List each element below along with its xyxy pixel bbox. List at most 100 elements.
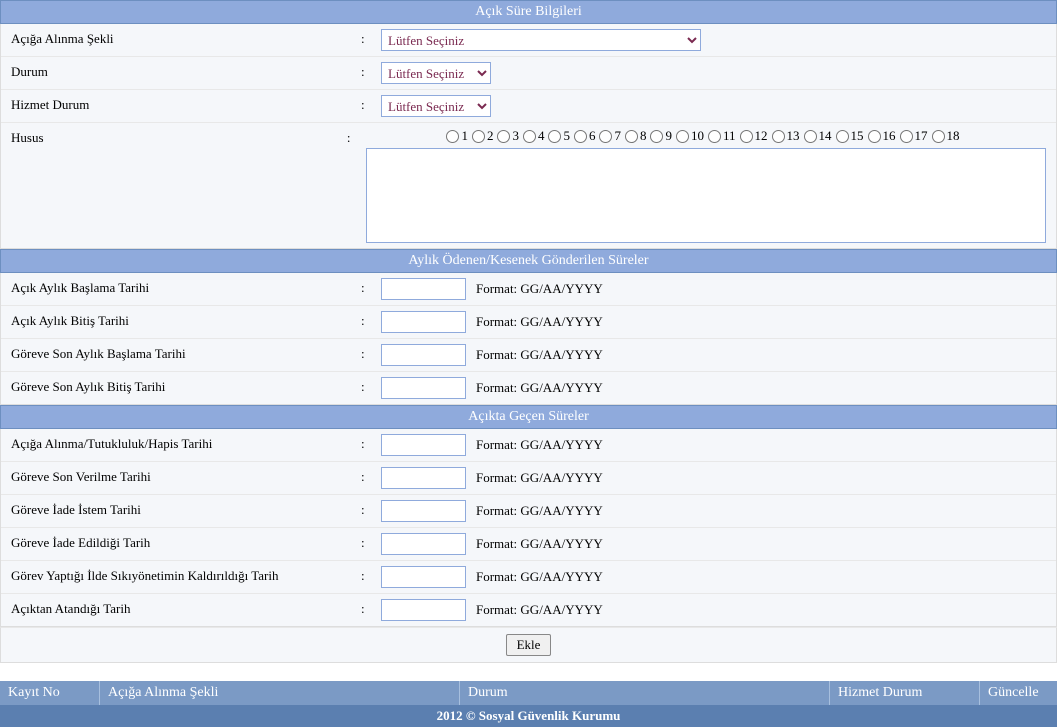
husus-radio-item-8[interactable]: 8 (625, 128, 647, 144)
label-acik-aylik-bitis: Açık Aylık Bitiş Tarihi (1, 311, 361, 331)
husus-radio-label: 1 (461, 128, 468, 144)
husus-radio-item-7[interactable]: 7 (599, 128, 621, 144)
husus-radio-label: 11 (723, 128, 736, 144)
section-header-sure-bilgileri: Açık Süre Bilgileri (0, 0, 1057, 24)
table-header-durum: Durum (460, 681, 830, 705)
husus-textarea[interactable] (366, 148, 1046, 243)
husus-radio-3[interactable] (497, 130, 510, 143)
label-husus: Husus (1, 128, 347, 148)
husus-radio-9[interactable] (650, 130, 663, 143)
husus-radio-label: 16 (883, 128, 896, 144)
label-durum: Durum (1, 62, 361, 82)
label-aciktan-atandigi: Açıktan Atandığı Tarih (1, 599, 361, 619)
husus-radio-12[interactable] (740, 130, 753, 143)
husus-radio-item-14[interactable]: 14 (804, 128, 832, 144)
husus-radio-13[interactable] (772, 130, 785, 143)
husus-radio-item-9[interactable]: 9 (650, 128, 672, 144)
husus-radio-label: 9 (665, 128, 672, 144)
husus-radio-item-10[interactable]: 10 (676, 128, 704, 144)
input-goreve-son-verilme[interactable] (381, 467, 466, 489)
format-hint: Format: GG/AA/YYYY (476, 347, 603, 363)
husus-radio-label: 12 (755, 128, 768, 144)
label-goreve-son-verilme: Göreve Son Verilme Tarihi (1, 467, 361, 487)
husus-radio-item-3[interactable]: 3 (497, 128, 519, 144)
table-header-kayit-no: Kayıt No (0, 681, 100, 705)
husus-radio-item-15[interactable]: 15 (836, 128, 864, 144)
format-hint: Format: GG/AA/YYYY (476, 569, 603, 585)
input-goreve-iade-istem[interactable] (381, 500, 466, 522)
husus-radio-item-17[interactable]: 17 (900, 128, 928, 144)
input-aciktan-atandigi[interactable] (381, 599, 466, 621)
husus-radio-15[interactable] (836, 130, 849, 143)
format-hint: Format: GG/AA/YYYY (476, 437, 603, 453)
label-hizmet-durum: Hizmet Durum (1, 95, 361, 115)
label-aciga-alinma-sekli: Açığa Alınma Şekli (1, 29, 361, 49)
husus-radio-label: 3 (512, 128, 519, 144)
husus-radio-4[interactable] (523, 130, 536, 143)
husus-radio-label: 17 (915, 128, 928, 144)
select-durum[interactable]: Lütfen Seçiniz (381, 62, 491, 84)
husus-radio-7[interactable] (599, 130, 612, 143)
input-sikiyonetim[interactable] (381, 566, 466, 588)
husus-radio-14[interactable] (804, 130, 817, 143)
husus-radio-label: 5 (563, 128, 570, 144)
format-hint: Format: GG/AA/YYYY (476, 281, 603, 297)
label-acik-aylik-baslama: Açık Aylık Başlama Tarihi (1, 278, 361, 298)
select-aciga-alinma-sekli[interactable]: Lütfen Seçiniz (381, 29, 701, 51)
husus-radio-item-13[interactable]: 13 (772, 128, 800, 144)
select-hizmet-durum[interactable]: Lütfen Seçiniz (381, 95, 491, 117)
format-hint: Format: GG/AA/YYYY (476, 602, 603, 618)
format-hint: Format: GG/AA/YYYY (476, 503, 603, 519)
format-hint: Format: GG/AA/YYYY (476, 536, 603, 552)
label-goreve-son-aylik-bitis: Göreve Son Aylık Bitiş Tarihi (1, 377, 361, 397)
husus-radio-label: 7 (614, 128, 621, 144)
husus-radio-8[interactable] (625, 130, 638, 143)
husus-radio-label: 13 (787, 128, 800, 144)
input-goreve-son-aylik-baslama[interactable] (381, 344, 466, 366)
format-hint: Format: GG/AA/YYYY (476, 380, 603, 396)
husus-radio-group: 123456789101112131415161718 (446, 128, 965, 144)
input-acik-aylik-bitis[interactable] (381, 311, 466, 333)
label-sikiyonetim: Görev Yaptığı İlde Sıkıyönetimin Kaldırı… (1, 566, 361, 586)
ekle-button[interactable]: Ekle (506, 634, 552, 656)
husus-radio-item-2[interactable]: 2 (472, 128, 494, 144)
label-goreve-iade-istem: Göreve İade İstem Tarihi (1, 500, 361, 520)
label-goreve-son-aylik-baslama: Göreve Son Aylık Başlama Tarihi (1, 344, 361, 364)
husus-radio-6[interactable] (574, 130, 587, 143)
husus-radio-item-1[interactable]: 1 (446, 128, 468, 144)
input-acik-aylik-baslama[interactable] (381, 278, 466, 300)
husus-radio-item-4[interactable]: 4 (523, 128, 545, 144)
husus-radio-5[interactable] (548, 130, 561, 143)
husus-radio-1[interactable] (446, 130, 459, 143)
husus-radio-16[interactable] (868, 130, 881, 143)
format-hint: Format: GG/AA/YYYY (476, 470, 603, 486)
section-header-acikta-gecen: Açıkta Geçen Süreler (0, 405, 1057, 429)
label-goreve-iade-edildigi: Göreve İade Edildiği Tarih (1, 533, 361, 553)
husus-radio-18[interactable] (932, 130, 945, 143)
husus-radio-label: 15 (851, 128, 864, 144)
husus-radio-item-5[interactable]: 5 (548, 128, 570, 144)
husus-radio-10[interactable] (676, 130, 689, 143)
husus-radio-2[interactable] (472, 130, 485, 143)
husus-radio-11[interactable] (708, 130, 721, 143)
husus-radio-label: 8 (640, 128, 647, 144)
husus-radio-item-16[interactable]: 16 (868, 128, 896, 144)
husus-radio-item-11[interactable]: 11 (708, 128, 736, 144)
section-header-aylik-odenen: Aylık Ödenen/Kesenek Gönderilen Süreler (0, 249, 1057, 273)
footer: 2012 © Sosyal Güvenlik Kurumu (0, 705, 1057, 727)
husus-radio-17[interactable] (900, 130, 913, 143)
husus-radio-item-12[interactable]: 12 (740, 128, 768, 144)
husus-radio-label: 4 (538, 128, 545, 144)
table-header-guncelle: Güncelle (980, 681, 1057, 705)
husus-radio-label: 6 (589, 128, 596, 144)
husus-radio-item-18[interactable]: 18 (932, 128, 960, 144)
input-goreve-son-aylik-bitis[interactable] (381, 377, 466, 399)
input-aciga-alinma-tutukluluk-hapis[interactable] (381, 434, 466, 456)
husus-radio-label: 2 (487, 128, 494, 144)
input-goreve-iade-edildigi[interactable] (381, 533, 466, 555)
table-header-aciga-alinma-sekli: Açığa Alınma Şekli (100, 681, 460, 705)
husus-radio-label: 18 (947, 128, 960, 144)
label-aciga-alinma-tutukluluk-hapis: Açığa Alınma/Tutukluluk/Hapis Tarihi (1, 434, 361, 454)
husus-radio-item-6[interactable]: 6 (574, 128, 596, 144)
husus-radio-label: 10 (691, 128, 704, 144)
